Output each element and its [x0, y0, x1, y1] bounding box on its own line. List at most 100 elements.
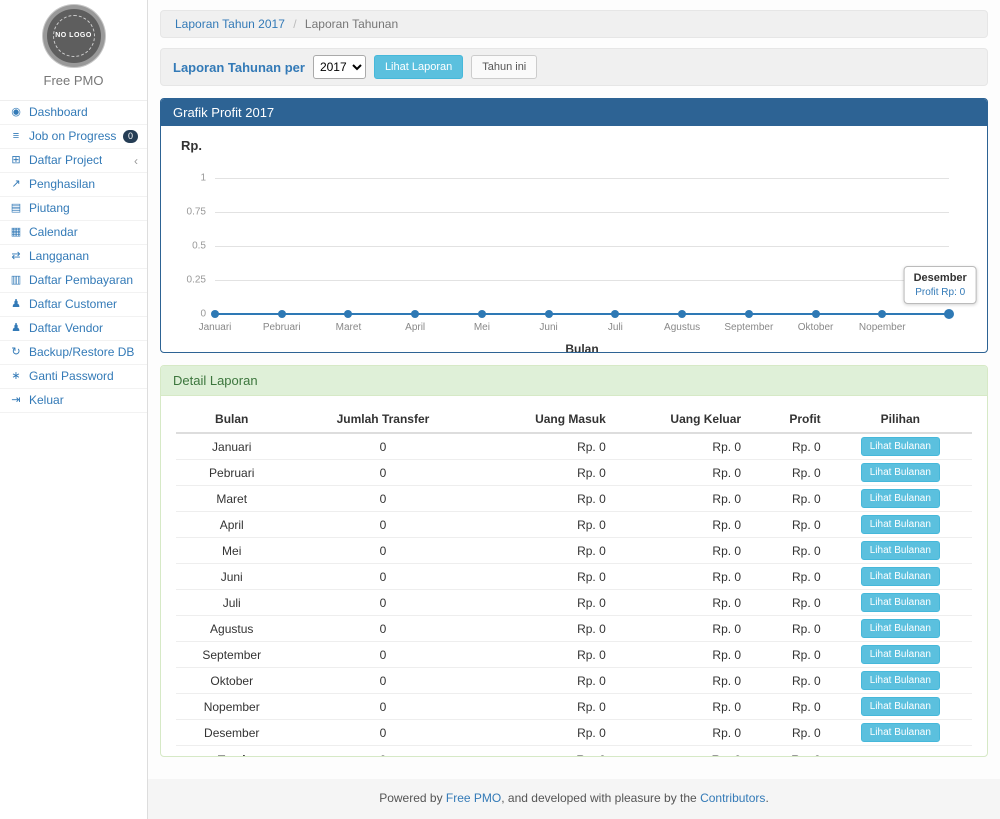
sidebar-item-penghasilan[interactable]: ↗ Penghasilan [0, 173, 147, 197]
detail-panel-title: Detail Laporan [161, 366, 987, 396]
chevron-left-icon: ‹ [134, 155, 138, 167]
y-axis-title: Rp. [181, 138, 967, 154]
sidebar-item-langganan[interactable]: ⇄ Langganan [0, 245, 147, 269]
view-report-button[interactable]: Lihat Laporan [374, 55, 463, 79]
main-content: Laporan Tahun 2017 / Laporan Tahunan Lap… [148, 0, 1000, 819]
cell-month: Agustus [176, 616, 287, 642]
sidebar-item-piutang[interactable]: ▤ Piutang [0, 197, 147, 221]
view-monthly-button[interactable]: Lihat Bulanan [861, 437, 940, 456]
total-profit: Rp. 0 [749, 746, 829, 757]
footer-text: , and developed with pleasure by the [501, 791, 700, 805]
project-table-icon: ⊞ [9, 153, 23, 168]
sidebar-item-backup-restore-db[interactable]: ↻ Backup/Restore DB [0, 341, 147, 365]
table-header-row: Bulan Jumlah Transfer Uang Masuk Uang Ke… [176, 406, 972, 433]
dashboard-icon: ◉ [9, 105, 23, 120]
x-axis-label: Januari [199, 322, 232, 333]
view-monthly-button[interactable]: Lihat Bulanan [861, 671, 940, 690]
view-monthly-button[interactable]: Lihat Bulanan [861, 515, 940, 534]
calendar-icon: ▦ [9, 225, 23, 240]
table-row: Desember 0 Rp. 0 Rp. 0 Rp. 0 Lihat Bulan… [176, 720, 972, 746]
sidebar-item-daftar-project[interactable]: ⊞ Daftar Project ‹ [0, 149, 147, 173]
profit-point-active[interactable] [944, 309, 954, 319]
year-select[interactable]: 2017 [313, 55, 366, 79]
cell-transfer: 0 [287, 486, 478, 512]
sidebar-item-daftar-customer[interactable]: ♟ Daftar Customer [0, 293, 147, 317]
job-count-badge: 0 [123, 130, 138, 143]
view-monthly-button[interactable]: Lihat Bulanan [861, 723, 940, 742]
breadcrumb-link[interactable]: Laporan Tahun 2017 [175, 17, 285, 31]
footer-contributors-link[interactable]: Contributors [700, 791, 765, 805]
cell-uang-keluar: Rp. 0 [614, 564, 749, 590]
total-uang-masuk: Rp. 0 [478, 746, 613, 757]
sidebar: NO LOGO Free PMO ◉ Dashboard ≡ Job on Pr… [0, 0, 148, 819]
table-row: Mei 0 Rp. 0 Rp. 0 Rp. 0 Lihat Bulanan [176, 538, 972, 564]
cell-transfer: 0 [287, 720, 478, 746]
view-monthly-button[interactable]: Lihat Bulanan [861, 619, 940, 638]
profit-point[interactable] [478, 310, 486, 318]
chart-panel-title: Grafik Profit 2017 [161, 99, 987, 126]
col-header-profit: Profit [749, 406, 829, 433]
view-monthly-button[interactable]: Lihat Bulanan [861, 697, 940, 716]
view-monthly-button[interactable]: Lihat Bulanan [861, 463, 940, 482]
gridline [215, 280, 949, 281]
sidebar-item-label: Daftar Vendor [29, 321, 103, 336]
footer-text: . [765, 791, 768, 805]
gridline [215, 178, 949, 179]
profit-point[interactable] [812, 310, 820, 318]
subscription-icon: ⇄ [9, 249, 23, 264]
view-monthly-button[interactable]: Lihat Bulanan [861, 489, 940, 508]
profit-point[interactable] [545, 310, 553, 318]
filter-label: Laporan Tahunan per [173, 60, 305, 75]
sidebar-item-label: Penghasilan [29, 177, 95, 192]
cell-transfer: 0 [287, 433, 478, 460]
profit-point[interactable] [745, 310, 753, 318]
footer: Powered by Free PMO, and developed with … [148, 779, 1000, 819]
cell-uang-keluar: Rp. 0 [614, 694, 749, 720]
view-monthly-button[interactable]: Lihat Bulanan [861, 645, 940, 664]
footer-text: Powered by [379, 791, 446, 805]
cell-month: Juli [176, 590, 287, 616]
cell-transfer: 0 [287, 616, 478, 642]
cell-month: September [176, 642, 287, 668]
profit-point[interactable] [211, 310, 219, 318]
sidebar-item-daftar-vendor[interactable]: ♟ Daftar Vendor [0, 317, 147, 341]
footer-brand-link[interactable]: Free PMO [446, 791, 501, 805]
cell-uang-keluar: Rp. 0 [614, 486, 749, 512]
cell-uang-masuk: Rp. 0 [478, 694, 613, 720]
table-row: Agustus 0 Rp. 0 Rp. 0 Rp. 0 Lihat Bulana… [176, 616, 972, 642]
view-monthly-button[interactable]: Lihat Bulanan [861, 541, 940, 560]
sidebar-item-ganti-password[interactable]: ∗ Ganti Password [0, 365, 147, 389]
col-header-uang-masuk: Uang Masuk [478, 406, 613, 433]
table-row: April 0 Rp. 0 Rp. 0 Rp. 0 Lihat Bulanan [176, 512, 972, 538]
sidebar-item-keluar[interactable]: ⇥ Keluar [0, 389, 147, 413]
profit-point[interactable] [878, 310, 886, 318]
view-monthly-button[interactable]: Lihat Bulanan [861, 593, 940, 612]
sidebar-item-dashboard[interactable]: ◉ Dashboard [0, 101, 147, 125]
total-transfer: 0 [287, 746, 478, 757]
logo: NO LOGO Free PMO [0, 0, 147, 100]
cell-uang-keluar: Rp. 0 [614, 433, 749, 460]
sidebar-item-job-on-progress[interactable]: ≡ Job on Progress 0 [0, 125, 147, 149]
sidebar-item-calendar[interactable]: ▦ Calendar [0, 221, 147, 245]
sidebar-item-daftar-pembayaran[interactable]: ▥ Daftar Pembayaran [0, 269, 147, 293]
table-row: Januari 0 Rp. 0 Rp. 0 Rp. 0 Lihat Bulana… [176, 433, 972, 460]
profit-point[interactable] [611, 310, 619, 318]
receivable-icon: ▤ [9, 201, 23, 216]
no-logo-badge: NO LOGO [47, 9, 101, 63]
profit-point[interactable] [278, 310, 286, 318]
this-year-button[interactable]: Tahun ini [471, 55, 537, 79]
x-axis-label: September [724, 322, 773, 333]
profit-point[interactable] [344, 310, 352, 318]
view-monthly-button[interactable]: Lihat Bulanan [861, 567, 940, 586]
plot-area: 1 0.75 0.5 0.25 0 [215, 178, 949, 314]
profit-point[interactable] [411, 310, 419, 318]
cell-profit: Rp. 0 [749, 668, 829, 694]
cell-uang-masuk: Rp. 0 [478, 433, 613, 460]
sidebar-item-label: Daftar Pembayaran [29, 273, 133, 288]
cell-month: Januari [176, 433, 287, 460]
tooltip-value: Profit Rp: 0 [914, 287, 967, 298]
table-row: Juli 0 Rp. 0 Rp. 0 Rp. 0 Lihat Bulanan [176, 590, 972, 616]
cell-transfer: 0 [287, 538, 478, 564]
table-row: Maret 0 Rp. 0 Rp. 0 Rp. 0 Lihat Bulanan [176, 486, 972, 512]
profit-point[interactable] [678, 310, 686, 318]
